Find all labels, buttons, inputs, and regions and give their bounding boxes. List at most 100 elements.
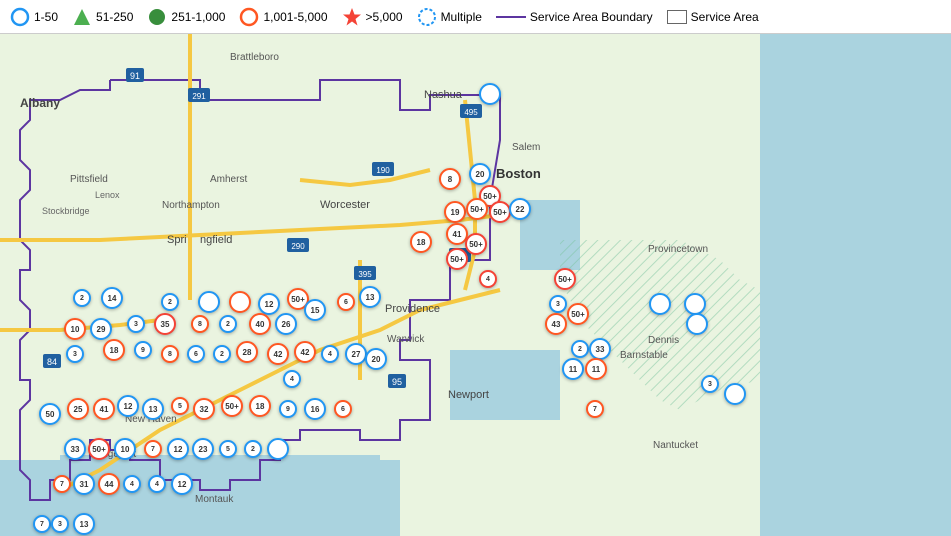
map-pin[interactable]: 43 — [545, 313, 567, 335]
map-pin[interactable]: 6 — [334, 400, 352, 418]
map-pin[interactable]: 3 — [701, 375, 719, 393]
map-pin[interactable]: 16 — [304, 398, 326, 420]
map-pin[interactable]: 15 — [304, 299, 326, 321]
map-pin[interactable]: 4 — [321, 345, 339, 363]
map-pin[interactable]: 40 — [249, 313, 271, 335]
city-label-provincetown: Provincetown — [648, 244, 708, 255]
map-pin[interactable]: 7 — [53, 475, 71, 493]
map-pin[interactable]: 33 — [64, 438, 86, 460]
map-pin[interactable]: 2 — [244, 440, 262, 458]
map-pin[interactable] — [198, 291, 220, 313]
city-label-nashua: Nashua — [424, 89, 463, 101]
map-pin[interactable]: 50+ — [554, 268, 576, 290]
map-pin[interactable]: 3 — [66, 345, 84, 363]
map-pin[interactable] — [229, 291, 251, 313]
map-pin[interactable]: 4 — [479, 270, 497, 288]
map-pin[interactable]: 12 — [117, 395, 139, 417]
map-pin[interactable]: 42 — [267, 343, 289, 365]
map-pin[interactable]: 50+ — [221, 395, 243, 417]
legend-5000plus: >5,000 — [342, 7, 403, 27]
map-pin[interactable]: 11 — [562, 358, 584, 380]
map-pin[interactable]: 9 — [279, 400, 297, 418]
map-pin[interactable]: 50+ — [466, 198, 488, 220]
map-pin[interactable]: 35 — [154, 313, 176, 335]
legend-1001-5000: 1,001-5,000 — [239, 7, 327, 27]
map-pin[interactable]: 4 — [283, 370, 301, 388]
legend-251-1000: 251-1,000 — [147, 7, 225, 27]
map-pin[interactable]: 20 — [469, 163, 491, 185]
map-pin[interactable]: 26 — [275, 313, 297, 335]
map-pin[interactable]: 19 — [444, 201, 466, 223]
map-pin[interactable]: 14 — [101, 287, 123, 309]
map-pin[interactable]: 13 — [142, 398, 164, 420]
map-pin[interactable]: 31 — [73, 473, 95, 495]
map-pin[interactable]: 2 — [213, 345, 231, 363]
map-pin[interactable]: 12 — [171, 473, 193, 495]
map-pin[interactable]: 7 — [33, 515, 51, 533]
map-pin[interactable]: 42 — [294, 341, 316, 363]
map-pin[interactable]: 4 — [148, 475, 166, 493]
map-pin[interactable]: 2 — [219, 315, 237, 333]
map-pin[interactable]: 13 — [359, 286, 381, 308]
city-label-warwick: Warwick — [387, 334, 425, 345]
map-pin[interactable] — [267, 438, 289, 460]
map-pin[interactable]: 12 — [258, 293, 280, 315]
map-pin[interactable]: 12 — [167, 438, 189, 460]
city-label-springfield2: ngfield — [200, 234, 232, 246]
map-pin[interactable]: 2 — [571, 340, 589, 358]
map-pin[interactable]: 27 — [345, 343, 367, 365]
map-pin[interactable]: 8 — [439, 168, 461, 190]
map-pin[interactable]: 8 — [161, 345, 179, 363]
map-pin[interactable] — [649, 293, 671, 315]
map-pin[interactable]: 25 — [67, 398, 89, 420]
map-pin[interactable]: 3 — [51, 515, 69, 533]
map-pin[interactable] — [479, 83, 501, 105]
map-pin[interactable]: 3 — [549, 295, 567, 313]
map-pin[interactable] — [686, 313, 708, 335]
city-label-springfield: Spri — [167, 234, 187, 246]
svg-text:91: 91 — [130, 71, 140, 81]
map-pin[interactable]: 50+ — [88, 438, 110, 460]
map-pin[interactable]: 11 — [585, 358, 607, 380]
legend-label-1-50: 1-50 — [34, 10, 58, 24]
map-pin[interactable]: 6 — [337, 293, 355, 311]
map-pin[interactable]: 50+ — [489, 201, 511, 223]
map-pin[interactable]: 18 — [249, 395, 271, 417]
map-pin[interactable]: 9 — [134, 341, 152, 359]
map-pin[interactable]: 18 — [410, 231, 432, 253]
map-pin[interactable]: 50+ — [465, 233, 487, 255]
legend-1-50: 1-50 — [10, 7, 58, 27]
map-pin[interactable]: 18 — [103, 339, 125, 361]
map-pin[interactable]: 3 — [127, 315, 145, 333]
map-pin[interactable]: 50+ — [446, 248, 468, 270]
city-label-pittsfield: Pittsfield — [70, 174, 108, 185]
map-pin[interactable]: 23 — [192, 438, 214, 460]
map-pin[interactable]: 10 — [114, 438, 136, 460]
map-pin[interactable]: 5 — [219, 440, 237, 458]
map-pin[interactable]: 22 — [509, 198, 531, 220]
map-pin[interactable] — [724, 383, 746, 405]
city-label-stockbridge: Stockbridge — [42, 206, 90, 216]
map-pin[interactable]: 28 — [236, 341, 258, 363]
map-pin[interactable]: 29 — [90, 318, 112, 340]
map-pin[interactable]: 20 — [365, 348, 387, 370]
map-pin[interactable]: 2 — [161, 293, 179, 311]
map-pin[interactable]: 8 — [191, 315, 209, 333]
map-pin[interactable]: 6 — [187, 345, 205, 363]
map-pin[interactable]: 5 — [171, 397, 189, 415]
map-pin[interactable]: 50 — [39, 403, 61, 425]
map-pin[interactable]: 4 — [123, 475, 141, 493]
city-label-montauk: Montauk — [195, 494, 234, 505]
map-pin[interactable]: 41 — [93, 398, 115, 420]
map-pin[interactable]: 2 — [73, 289, 91, 307]
city-label-brattleboro: Brattleboro — [230, 52, 279, 63]
map-pin[interactable]: 50+ — [567, 303, 589, 325]
map-pin[interactable] — [684, 293, 706, 315]
map-pin[interactable]: 33 — [589, 338, 611, 360]
map-pin[interactable]: 7 — [144, 440, 162, 458]
map-pin[interactable]: 44 — [98, 473, 120, 495]
map-pin[interactable]: 32 — [193, 398, 215, 420]
map-pin[interactable]: 7 — [586, 400, 604, 418]
map-pin[interactable]: 13 — [73, 513, 95, 535]
map-pin[interactable]: 10 — [64, 318, 86, 340]
